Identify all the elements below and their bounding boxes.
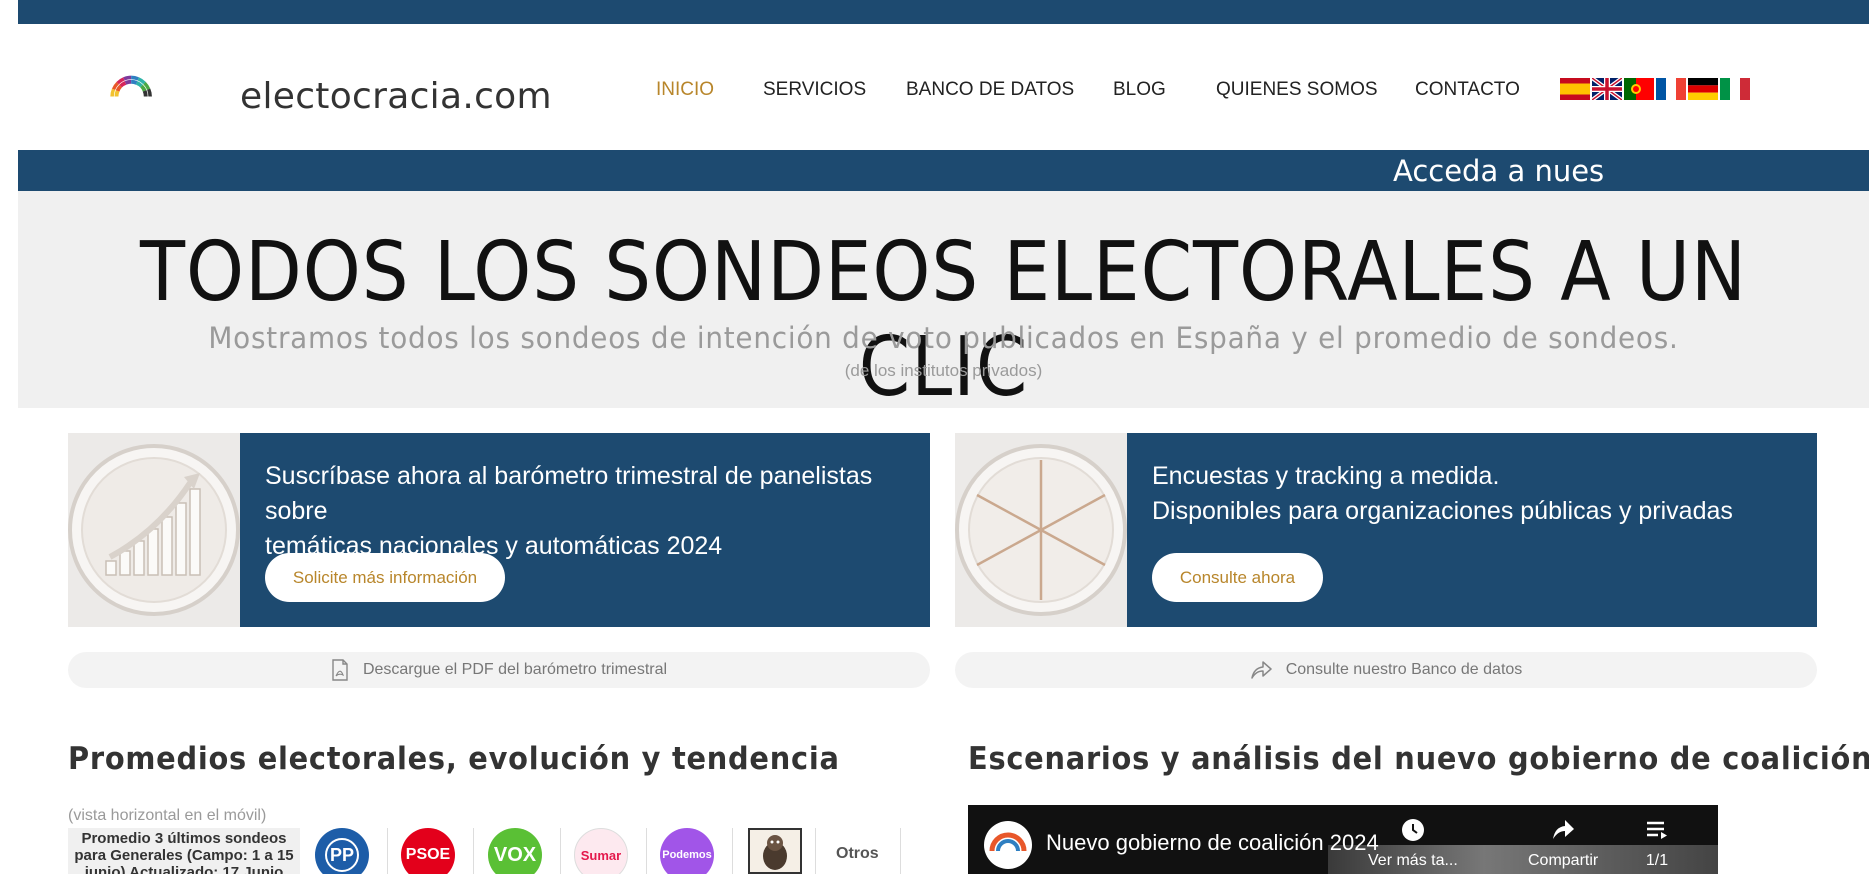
hero-subtitle: Mostramos todos los sondeos de intención… (208, 321, 1679, 355)
nav-banco-de-datos[interactable]: BANCO DE DATOS (906, 79, 1074, 101)
nav-quienes-somos[interactable]: QUIENES SOMOS (1216, 79, 1378, 101)
ticker-bar[interactable]: Acceda a nues (18, 150, 1869, 191)
de-flag-icon[interactable] (1688, 78, 1718, 100)
page: electocracia.com INICIO SERVICIOS BANCO … (0, 0, 1869, 874)
pie-medallion-image (955, 433, 1127, 627)
divider (646, 828, 647, 874)
otros-label: Otros (836, 845, 879, 862)
fr-flag-icon[interactable] (1656, 78, 1686, 100)
nav-blog[interactable]: BLOG (1113, 79, 1166, 101)
playlist-icon (1647, 821, 1667, 839)
salf-logo (748, 828, 802, 874)
pt-flag-icon[interactable] (1624, 78, 1654, 100)
playlist-count: 1/1 (1645, 852, 1669, 869)
escenarios-section-title: Escenarios y análisis del nuevo gobierno… (968, 741, 1869, 777)
pdf-icon (332, 659, 348, 681)
banco-datos-label: Consulte nuestro Banco de datos (1285, 661, 1523, 678)
sumar-logo: Sumar (574, 828, 628, 874)
share-label: Compartir (1528, 852, 1599, 869)
barometro-line-1: Suscríbase ahora al barómetro trimestral… (265, 462, 873, 525)
logo-hemicycle-icon (110, 75, 152, 97)
psoe-label: PSOE (405, 846, 451, 863)
share-icon (1553, 820, 1575, 839)
hero-title: TODOS LOS SONDEOS ELECTORALES A UN CLIC (140, 225, 1747, 415)
channel-avatar[interactable] (984, 821, 1032, 869)
encuestas-line-2: Disponibles para organizaciones públicas… (1152, 497, 1733, 525)
uk-flag-icon[interactable] (1592, 78, 1622, 100)
pp-logo: PP (315, 828, 369, 874)
encuestas-card-text: Encuestas y tracking a medida. Disponibl… (1152, 459, 1733, 529)
divider (473, 828, 474, 874)
encuestas-line-1: Encuestas y tracking a medida. (1152, 462, 1500, 490)
consulte-ahora-button[interactable]: Consulte ahora (1152, 553, 1323, 602)
nav-servicios[interactable]: SERVICIOS (763, 79, 866, 101)
divider (815, 828, 816, 874)
sumar-label: Sumar (580, 847, 622, 863)
squirrel-icon (763, 835, 787, 870)
vox-logo: VOX (488, 828, 542, 874)
psoe-logo: PSOE (401, 828, 455, 874)
watch-later-label: Ver más ta... (1368, 852, 1458, 869)
logo-text: electocracia.com (240, 76, 552, 117)
vista-note: (vista horizontal en el móvil) (68, 807, 267, 824)
divider (387, 828, 388, 874)
barometro-card: Suscríbase ahora al barómetro trimestral… (68, 433, 930, 627)
banco-datos-link[interactable]: Consulte nuestro Banco de datos (955, 652, 1817, 688)
it-flag-icon[interactable] (1720, 78, 1750, 100)
divider (560, 828, 561, 874)
promedio-header-cell: Promedio 3 últimos sondeos para Generale… (68, 828, 300, 874)
barometro-card-text: Suscríbase ahora al barómetro trimestral… (265, 459, 930, 564)
hero-section: TODOS LOS SONDEOS ELECTORALES A UN CLIC … (18, 191, 1869, 415)
divider (732, 828, 733, 874)
youtube-video-embed[interactable]: Nuevo gobierno de coalición 2024 Ver más… (968, 805, 1718, 874)
download-pdf-link[interactable]: Descargue el PDF del barómetro trimestra… (68, 652, 930, 688)
video-title[interactable]: Nuevo gobierno de coalición 2024 (1046, 830, 1379, 856)
nav-contacto[interactable]: CONTACTO (1415, 79, 1520, 101)
divider (900, 828, 901, 874)
promedios-section-title: Promedios electorales, evolución y tende… (68, 741, 840, 777)
solicite-info-button[interactable]: Solicite más información (265, 553, 505, 602)
nav-inicio[interactable]: INICIO (656, 79, 714, 101)
pp-label: PP (325, 838, 359, 872)
language-flags (1560, 78, 1755, 102)
podemos-label: Podemos (662, 849, 712, 861)
download-pdf-label: Descargue el PDF del barómetro trimestra… (362, 661, 668, 678)
vox-label: VOX (493, 843, 537, 866)
watch-later-button[interactable]: Ver más ta... (1368, 817, 1458, 870)
share-button[interactable]: Compartir (1528, 817, 1598, 870)
bar-chart-medallion-image (68, 433, 240, 627)
top-bar (18, 0, 1869, 24)
playlist-button[interactable]: 1/1 (1644, 817, 1670, 870)
es-flag-icon[interactable] (1560, 78, 1590, 100)
share-arrow-icon (1250, 661, 1272, 679)
clock-icon (1401, 819, 1424, 841)
hero-note: (de los institutos privados) (844, 361, 1043, 380)
ticker-text: Acceda a nues (1393, 154, 1605, 188)
encuestas-card: Encuestas y tracking a medida. Disponibl… (955, 433, 1817, 627)
podemos-logo: Podemos (660, 828, 714, 874)
